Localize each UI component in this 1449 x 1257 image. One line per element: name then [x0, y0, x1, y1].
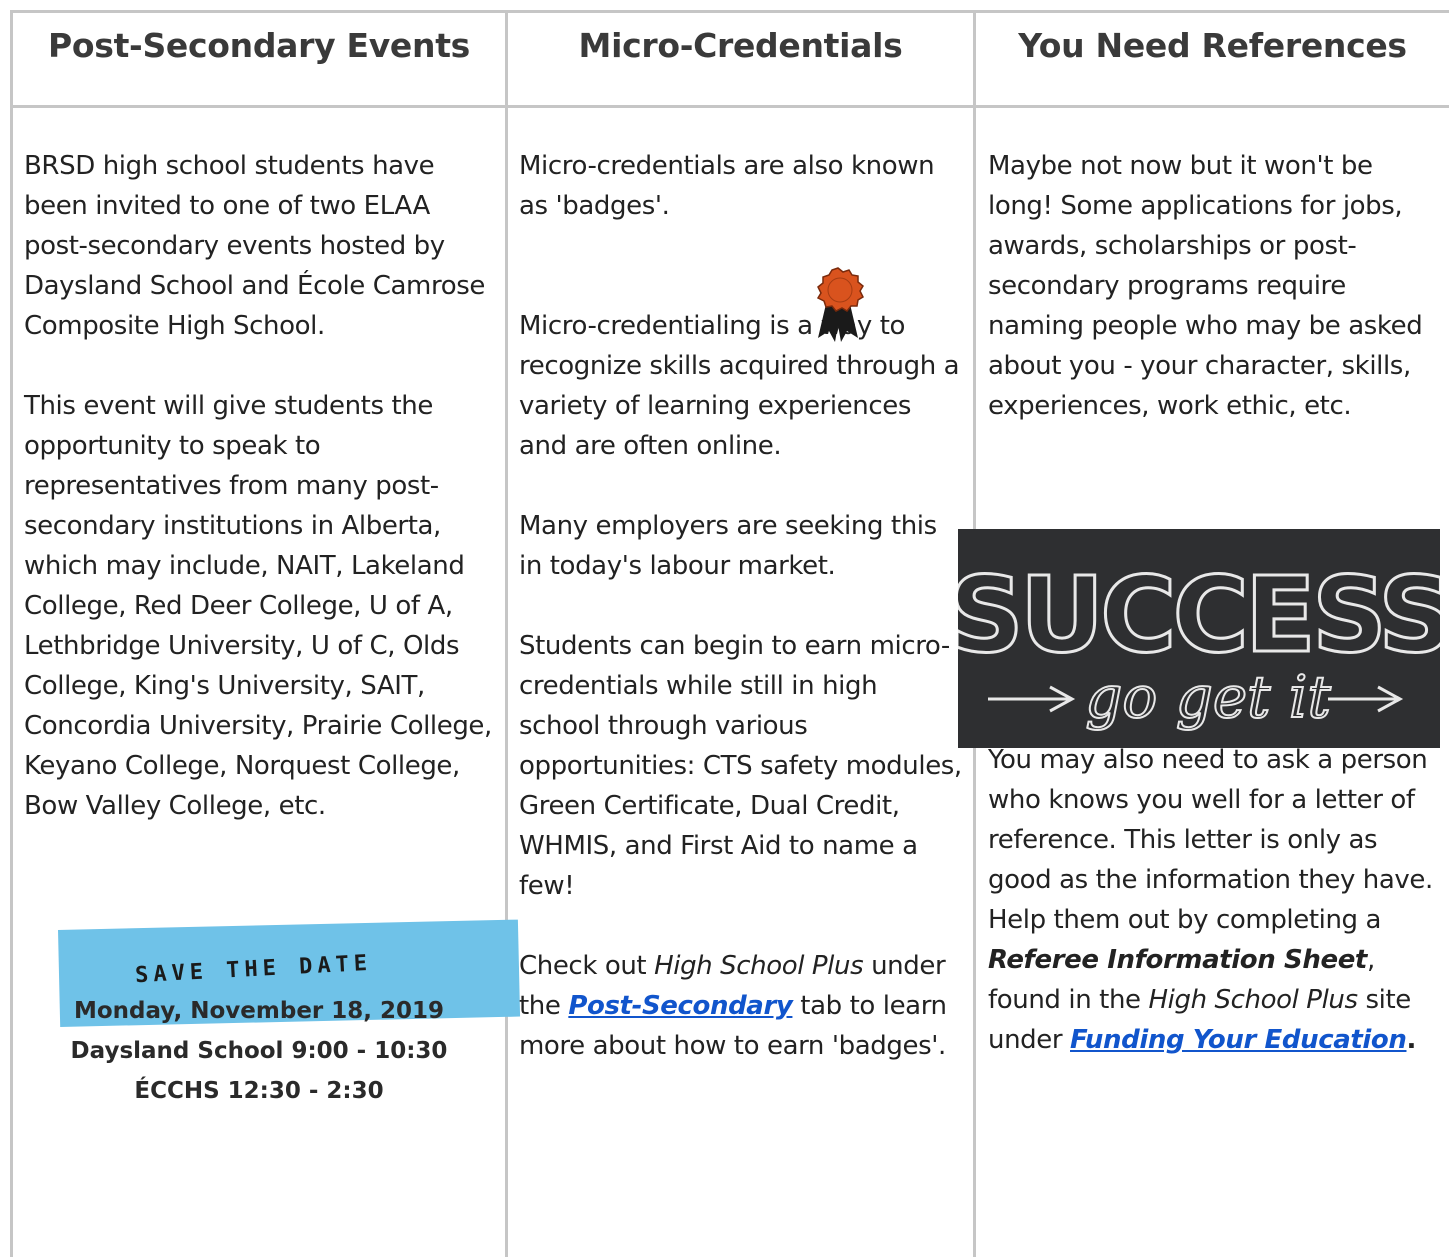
referee-information-sheet: Referee Information Sheet	[988, 945, 1367, 975]
micro-credentials-body: Micro-credentials are also known as 'bad…	[519, 146, 965, 1066]
high-school-plus-ref: High School Plus	[654, 951, 864, 981]
table-border-header	[10, 105, 1449, 108]
table-border-left	[10, 10, 13, 1257]
heading-post-secondary-events: Post-Secondary Events	[47, 26, 471, 65]
references-intro: Maybe not now but it won't be long! Some…	[988, 151, 1423, 421]
chalkboard-art: SUCCESS go get it	[947, 553, 1449, 733]
event-session-ecchs: ÉCCHS 12:30 - 2:30	[134, 1078, 384, 1104]
micro-p5: Check out High School Plus under the Pos…	[519, 951, 947, 1061]
micro-p4: Students can begin to earn micro-credent…	[519, 631, 962, 901]
success-chalkboard-image: SUCCESS go get it	[947, 529, 1449, 748]
events-intro: BRSD high school students have been invi…	[24, 151, 485, 341]
table-border-top	[10, 10, 1449, 13]
go-get-it-chalk-text: go get it	[1085, 663, 1331, 731]
micro-p3: Many employers are seeking this in today…	[519, 511, 937, 581]
funding-your-education-link[interactable]: Funding Your Education	[1070, 1025, 1407, 1055]
award-ribbon-icon	[816, 267, 864, 342]
post-secondary-events-body: BRSD high school students have been invi…	[24, 146, 496, 826]
high-school-plus-site: High School Plus	[1148, 985, 1359, 1015]
heading-micro-credentials: Micro-Credentials	[578, 26, 903, 65]
references-body: You may also need to ask a person who kn…	[988, 740, 1446, 1060]
event-date: Monday, November 18, 2019	[73, 998, 445, 1024]
success-chalk-text: SUCCESS	[958, 554, 1440, 676]
heading-you-need-references: You Need References	[1018, 26, 1407, 65]
micro-p1: Micro-credentials are also known as 'bad…	[519, 151, 935, 221]
micro-p2: Micro-credentialing is a way to recogniz…	[519, 311, 960, 461]
post-secondary-link[interactable]: Post-Secondary	[568, 991, 792, 1021]
events-details: This event will give students the opport…	[24, 391, 492, 821]
table-divider-1	[505, 10, 508, 1257]
event-session-daysland: Daysland School 9:00 - 10:30	[70, 1038, 448, 1064]
references-p2: You may also need to ask a person who kn…	[988, 745, 1433, 1055]
